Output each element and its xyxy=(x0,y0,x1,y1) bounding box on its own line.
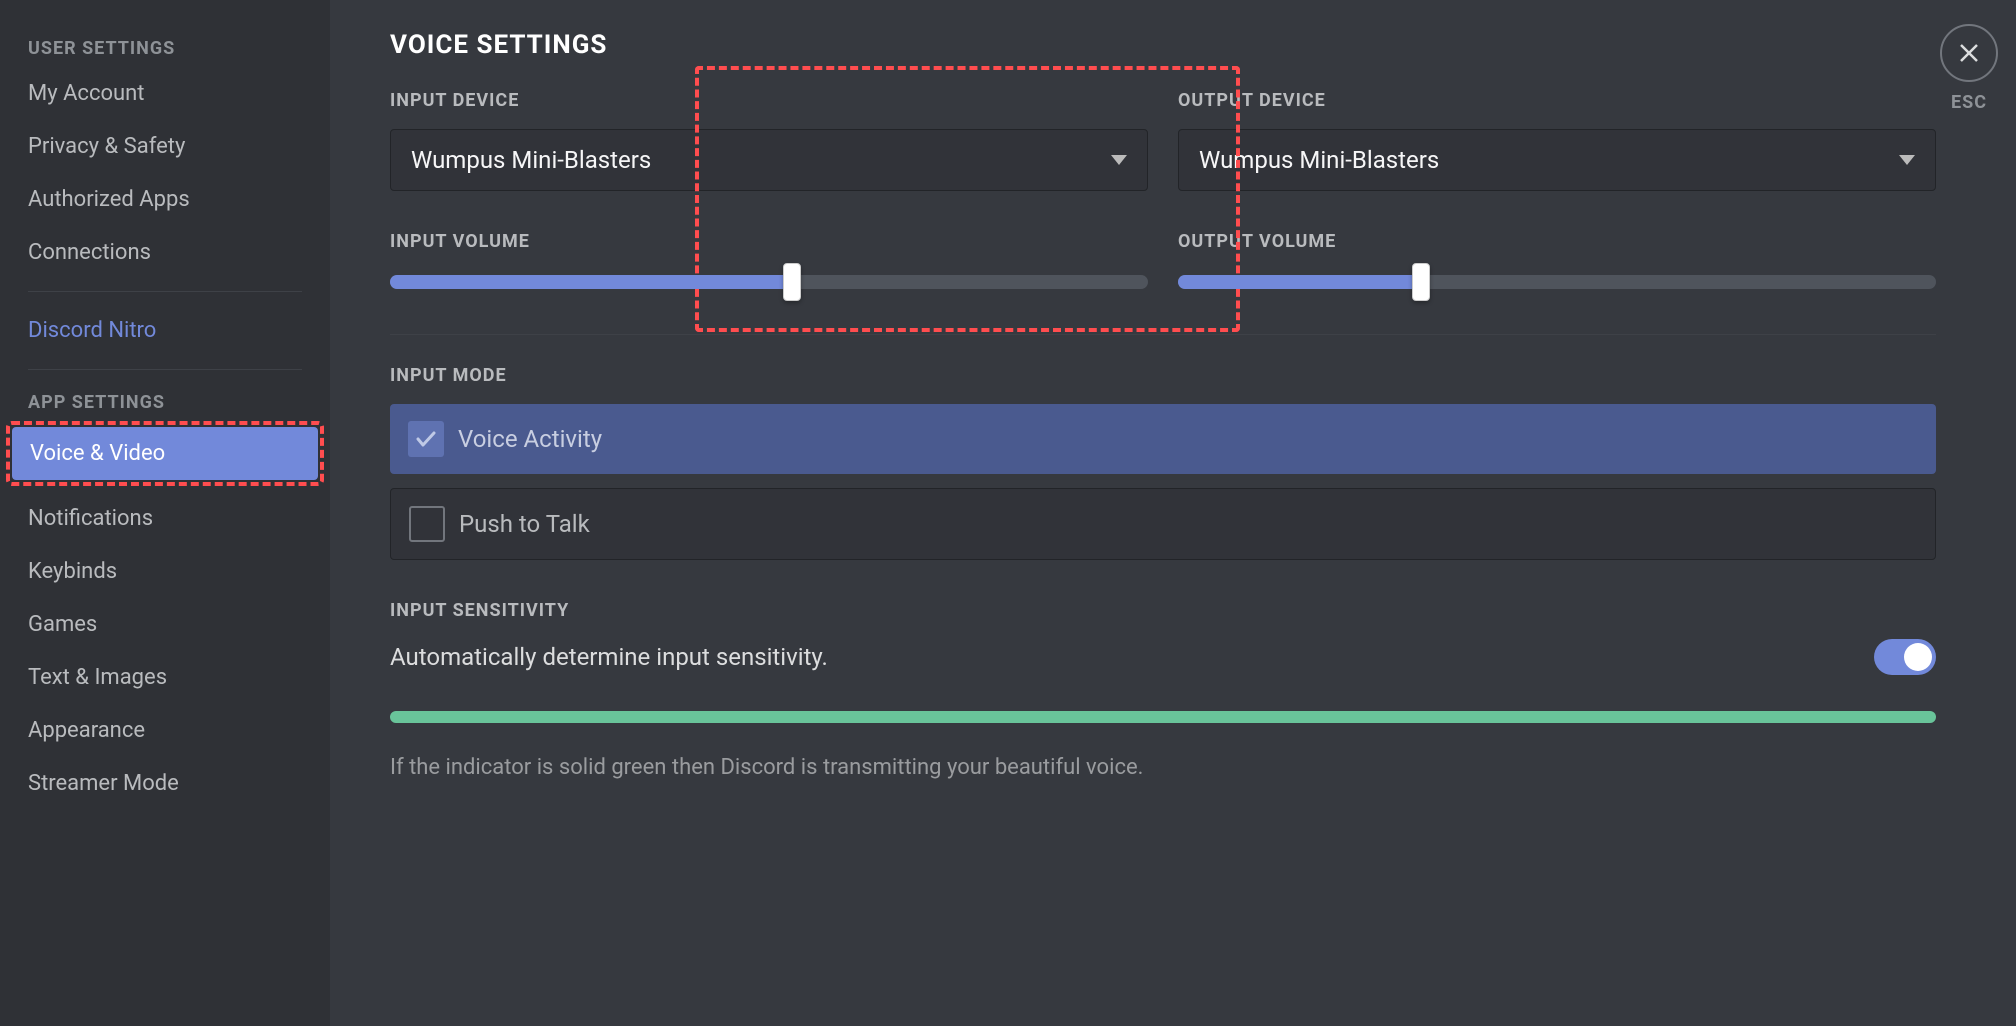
sidebar-divider xyxy=(28,369,302,370)
output-volume-slider[interactable] xyxy=(1178,270,1936,294)
settings-sidebar: USER SETTINGS My Account Privacy & Safet… xyxy=(0,0,330,1026)
input-volume-slider[interactable] xyxy=(390,270,1148,294)
sidebar-item-keybinds[interactable]: Keybinds xyxy=(10,545,320,598)
auto-sensitivity-toggle[interactable] xyxy=(1874,639,1936,675)
input-volume-label: INPUT VOLUME xyxy=(390,231,1148,252)
sidebar-item-notifications[interactable]: Notifications xyxy=(10,492,320,545)
input-mode-label: INPUT MODE xyxy=(390,365,1936,386)
output-device-label: OUTPUT DEVICE xyxy=(1178,90,1936,111)
sidebar-item-authorized-apps[interactable]: Authorized Apps xyxy=(10,173,320,226)
sidebar-divider xyxy=(28,291,302,292)
sidebar-item-games[interactable]: Games xyxy=(10,598,320,651)
checkbox-checked-icon xyxy=(408,421,444,457)
sidebar-item-text-images[interactable]: Text & Images xyxy=(10,651,320,704)
chevron-down-icon xyxy=(1111,155,1127,165)
input-device-value: Wumpus Mini-Blasters xyxy=(411,146,651,174)
input-mode-voice-activity[interactable]: Voice Activity xyxy=(390,404,1936,474)
sidebar-item-streamer-mode[interactable]: Streamer Mode xyxy=(10,757,320,810)
input-mode-push-to-talk[interactable]: Push to Talk xyxy=(390,488,1936,560)
mode-label: Push to Talk xyxy=(459,510,590,538)
output-volume-label: OUTPUT VOLUME xyxy=(1178,231,1936,252)
esc-label: ESC xyxy=(1951,92,1987,113)
close-button[interactable] xyxy=(1940,24,1998,82)
output-device-select[interactable]: Wumpus Mini-Blasters xyxy=(1178,129,1936,191)
auto-sensitivity-text: Automatically determine input sensitivit… xyxy=(390,643,828,671)
checkbox-unchecked-icon xyxy=(409,506,445,542)
mode-label: Voice Activity xyxy=(458,425,602,453)
section-divider xyxy=(390,334,1936,335)
sidebar-item-privacy-safety[interactable]: Privacy & Safety xyxy=(10,120,320,173)
sidebar-item-appearance[interactable]: Appearance xyxy=(10,704,320,757)
sidebar-item-connections[interactable]: Connections xyxy=(10,226,320,279)
sidebar-header-user: USER SETTINGS xyxy=(10,28,320,67)
input-sensitivity-label: INPUT SENSITIVITY xyxy=(390,600,1936,621)
sensitivity-hint: If the indicator is solid green then Dis… xyxy=(390,755,1936,780)
input-device-label: INPUT DEVICE xyxy=(390,90,1148,111)
sidebar-item-voice-video[interactable]: Voice & Video xyxy=(12,427,318,480)
input-device-select[interactable]: Wumpus Mini-Blasters xyxy=(390,129,1148,191)
page-title: VOICE SETTINGS xyxy=(390,30,1936,60)
sidebar-item-discord-nitro[interactable]: Discord Nitro xyxy=(10,304,320,357)
close-icon xyxy=(1958,42,1980,64)
sidebar-item-my-account[interactable]: My Account xyxy=(10,67,320,120)
settings-content: ESC VOICE SETTINGS INPUT DEVICE Wumpus M… xyxy=(330,0,2016,1026)
sidebar-highlight: Voice & Video xyxy=(6,421,324,486)
chevron-down-icon xyxy=(1899,155,1915,165)
toggle-knob xyxy=(1904,643,1932,671)
sidebar-header-app: APP SETTINGS xyxy=(10,382,320,421)
output-device-value: Wumpus Mini-Blasters xyxy=(1199,146,1439,174)
sensitivity-indicator xyxy=(390,711,1936,723)
